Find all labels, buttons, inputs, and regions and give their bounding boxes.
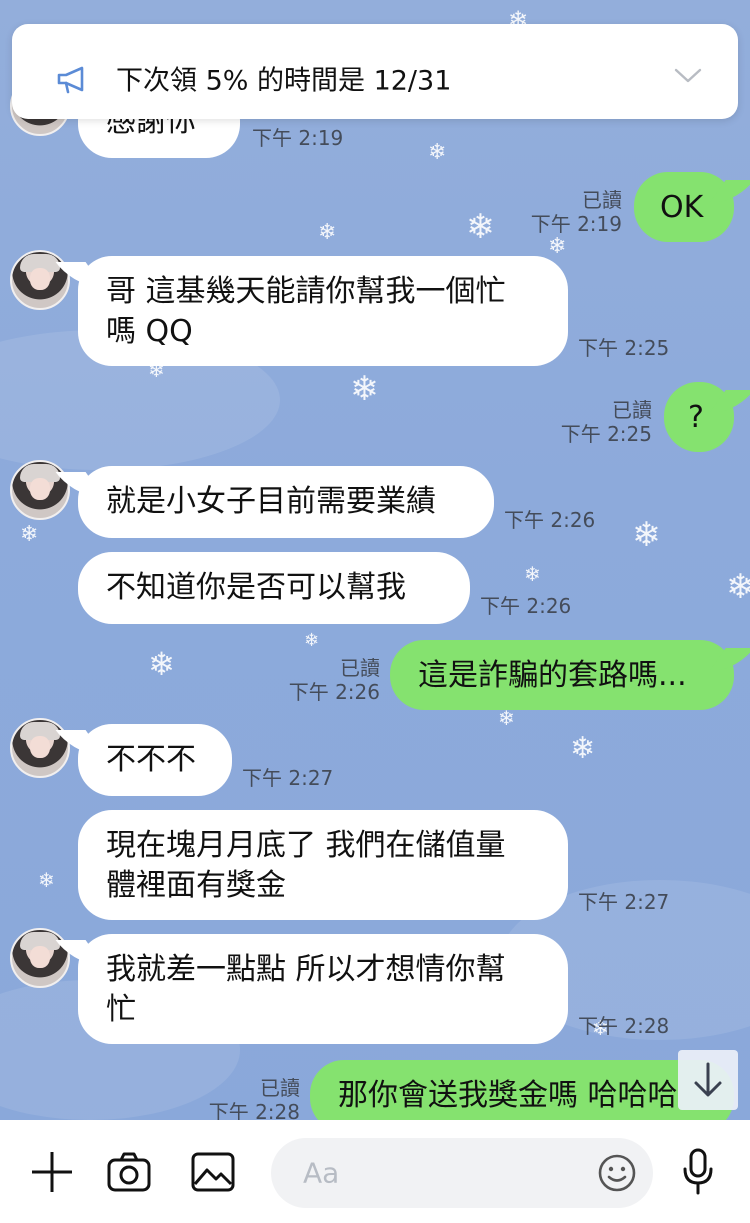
message-bubble-outgoing[interactable]: 這是詐騙的套路嗎... xyxy=(390,640,734,710)
announcement-text: 下次領 5% 的時間是 12/31 xyxy=(116,65,452,97)
message-text: 不不不 xyxy=(106,742,196,777)
snowflake-icon: ❄ xyxy=(524,562,541,586)
message-bubble-incoming[interactable]: 就是小女子目前需要業績 xyxy=(78,466,494,538)
message-text-line: 體裡面有獎金 xyxy=(106,868,286,903)
snowflake-icon: ❄ xyxy=(350,369,379,409)
message-text: 這是詐騙的套路嗎... xyxy=(418,658,687,693)
message-bubble-incoming[interactable]: 不不不 xyxy=(78,724,232,796)
message-time: 下午 2:19 xyxy=(530,212,622,236)
contact-avatar[interactable] xyxy=(10,250,70,310)
message-bubble-outgoing[interactable]: OK xyxy=(634,172,734,242)
megaphone-icon xyxy=(57,66,84,94)
message-text: 就是小女子目前需要業績 xyxy=(106,484,436,519)
snowflake-icon: ❄ xyxy=(570,731,596,766)
message-time: 下午 2:26 xyxy=(504,508,596,532)
read-receipt: 已讀 xyxy=(612,398,652,422)
snowflake-icon: ❄ xyxy=(20,522,39,547)
message-text-line: 哥 這基幾天能請你幫我一個忙 xyxy=(106,274,506,309)
message-text-line: 嗎 QQ xyxy=(106,314,193,349)
message-text: ? xyxy=(688,400,704,435)
snowflake-icon: ❄ xyxy=(318,220,337,245)
message-time: 下午 2:27 xyxy=(242,766,334,790)
message-text: 不知道你是否可以幫我 xyxy=(106,570,406,605)
emoji-icon[interactable] xyxy=(597,1153,637,1193)
snowflake-icon: ❄ xyxy=(428,140,447,165)
chevron-down-icon[interactable] xyxy=(674,67,702,85)
message-time: 下午 2:26 xyxy=(480,594,572,618)
message-time: 下午 2:25 xyxy=(578,336,670,360)
message-bubble-incoming[interactable]: 現在塊月月底了 我們在儲值量 體裡面有獎金 xyxy=(78,810,568,920)
message-input[interactable]: Aa xyxy=(271,1138,653,1208)
scroll-to-bottom-button[interactable] xyxy=(678,1050,738,1110)
message-time: 下午 2:27 xyxy=(578,890,670,914)
snowflake-icon: ❄ xyxy=(38,868,55,892)
snowflake-icon: ❄ xyxy=(304,630,320,651)
message-bubble-incoming[interactable]: 不知道你是否可以幫我 xyxy=(78,552,470,624)
read-receipt: 已讀 xyxy=(582,188,622,212)
snowflake-icon: ❄ xyxy=(726,567,750,607)
message-time: 下午 2:26 xyxy=(288,680,380,704)
read-receipt: 已讀 xyxy=(340,656,380,680)
message-text-line: 我就差一點點 所以才想情你幫 xyxy=(106,952,506,987)
snowflake-icon: ❄ xyxy=(466,207,495,247)
message-input-placeholder: Aa xyxy=(303,1156,340,1190)
message-text: OK xyxy=(660,190,704,225)
snowflake-icon: ❄ xyxy=(632,515,661,555)
message-time: 下午 2:28 xyxy=(208,1100,300,1120)
message-text: 那你會送我獎金嗎 哈哈哈 xyxy=(338,1078,678,1113)
arrow-down-icon xyxy=(694,1062,722,1097)
plus-icon[interactable] xyxy=(30,1150,74,1194)
contact-avatar[interactable] xyxy=(10,460,70,520)
message-time: 下午 2:19 xyxy=(252,126,344,150)
message-bubble-incoming[interactable]: 我就差一點點 所以才想情你幫 忙 xyxy=(78,934,568,1044)
message-text-line: 現在塊月月底了 我們在儲值量 xyxy=(106,828,506,863)
image-icon[interactable] xyxy=(190,1150,236,1194)
snowflake-icon: ❄ xyxy=(498,706,515,730)
message-time: 下午 2:25 xyxy=(560,422,652,446)
contact-avatar[interactable] xyxy=(10,928,70,988)
message-time: 下午 2:28 xyxy=(578,1014,670,1038)
message-bubble-outgoing[interactable]: 那你會送我獎金嗎 哈哈哈 xyxy=(310,1060,734,1120)
camera-icon[interactable] xyxy=(106,1150,152,1194)
announcement-banner[interactable]: 下次領 5% 的時間是 12/31 xyxy=(12,24,738,119)
snowflake-icon: ❄ xyxy=(548,234,567,259)
message-bubble-outgoing[interactable]: ? xyxy=(664,382,734,452)
snowflake-icon: ❄ xyxy=(148,645,175,683)
read-receipt: 已讀 xyxy=(260,1076,300,1100)
contact-avatar[interactable] xyxy=(10,718,70,778)
message-bubble-incoming[interactable]: 哥 這基幾天能請你幫我一個忙 嗎 QQ xyxy=(78,256,568,366)
chat-area[interactable]: ❄ ❄ ❄ ❄ ❄ ❄ ❄ ❄ ❄ ❄ ❄ ❄ ❄ ❄ ❄ ❄ ❄ 感謝你 下午… xyxy=(0,0,750,1120)
message-toolbar: Aa xyxy=(0,1120,750,1223)
message-text-line: 忙 xyxy=(106,992,136,1027)
microphone-icon[interactable] xyxy=(680,1147,716,1197)
